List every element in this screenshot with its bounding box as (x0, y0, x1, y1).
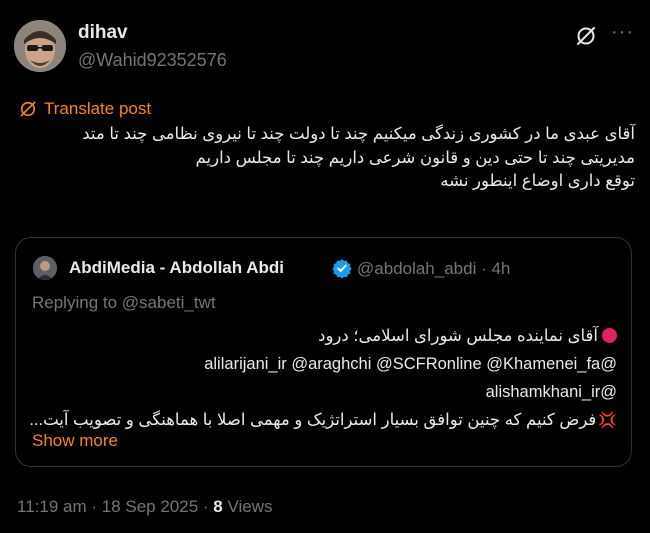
post-line: توقع داری اوضاع اینطور نشه (440, 172, 635, 190)
quote-handle-time[interactable]: @abdolah_abdi · 4h (357, 259, 510, 279)
show-more-link[interactable]: Show more (32, 431, 118, 451)
post-line: آقای عبدی ما در کشوری زندگی میکنیم چند ت… (82, 125, 635, 143)
grok-translate-icon (20, 101, 36, 117)
views-count: 8 (213, 497, 223, 516)
author-name[interactable]: dihav (78, 22, 128, 44)
translate-post-link[interactable]: Translate post (18, 99, 151, 119)
author-handle[interactable]: @Wahid92352576 (78, 50, 227, 71)
quote-line: آقای نماینده مجلس شورای اسلامی؛ درود (27, 322, 617, 350)
verified-badge-icon (332, 258, 352, 279)
anger-symbol-icon: 💢 (598, 412, 617, 429)
replying-to[interactable]: Replying to @sabeti_twt (32, 293, 216, 313)
red-circle-icon (602, 328, 617, 343)
post-line: مدیریتی چند تا حتی دین و قانون شرعی داری… (195, 148, 635, 167)
quote-avatar-image (33, 256, 57, 280)
quote-mention[interactable]: @alishamkhani_ir (27, 378, 617, 406)
quote-author-name[interactable]: AbdiMedia - Abdollah Abdi (69, 258, 284, 278)
avatar-image (14, 20, 66, 72)
quoted-post[interactable]: AbdiMedia - Abdollah Abdi @abdolah_abdi … (15, 237, 632, 467)
post-meta: 11:19 am · 18 Sep 2025 · 8 Views (17, 497, 273, 517)
author-avatar[interactable] (14, 20, 66, 72)
timestamp[interactable]: 11:19 am · 18 Sep 2025 · (17, 497, 213, 516)
quote-text: آقای نماینده مجلس شورای اسلامی؛ درود @al… (27, 322, 617, 435)
quote-mentions[interactable]: @alilarijani_ir @araghchi @SCFRonline @K… (27, 350, 617, 378)
views-label: Views (222, 497, 273, 516)
more-options-icon[interactable]: ··· (611, 22, 635, 47)
quote-avatar[interactable] (33, 256, 57, 280)
post-text: آقای عبدی ما در کشوری زندگی میکنیم چند ت… (25, 123, 635, 194)
grok-icon[interactable] (574, 24, 598, 48)
translate-label: Translate post (44, 99, 152, 118)
